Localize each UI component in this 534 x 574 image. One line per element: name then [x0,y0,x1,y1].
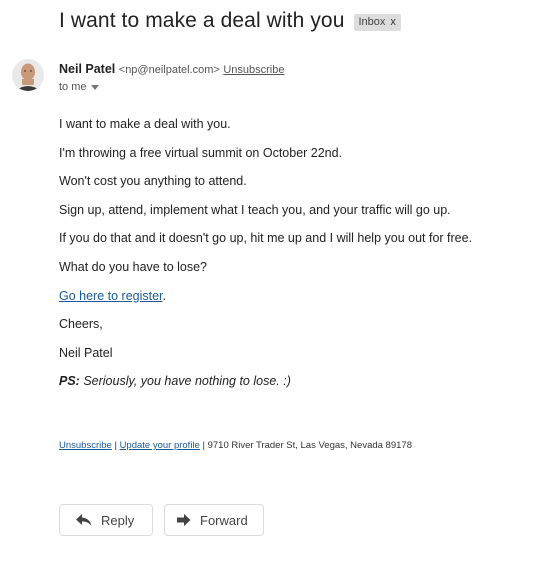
caret-down-icon [90,84,99,90]
signature: Neil Patel [59,345,113,360]
body-line: I want to make a deal with you. [59,117,231,131]
recipients-text: to me [59,81,87,93]
footer-unsubscribe-link[interactable]: Unsubscribe [59,440,112,451]
forward-button[interactable]: Forward [164,504,264,536]
footer-separator: | [199,440,208,451]
reply-button[interactable]: Reply [59,504,153,536]
reply-arrow-icon [76,514,92,526]
body-line: What do you have to lose? [59,259,208,274]
footer-address: 9710 River Trader St, Las Vegas, Nevada … [207,440,412,451]
subject-row: I want to make a deal with you Inbox x [59,9,401,33]
remove-label-icon[interactable]: x [390,16,396,28]
register-link[interactable]: Go here to register [59,289,163,303]
ps-label: PS: [59,374,80,389]
register-line: Go here to register. [59,288,519,317]
avatar[interactable] [12,59,44,91]
recipients-toggle[interactable]: to me [59,81,99,93]
body-line: If you do that and it doesn't go up, hit… [59,231,473,246]
update-profile-link[interactable]: Update your profile [120,440,200,451]
ps-text: Seriously, you have nothing to lose. :) [83,374,291,389]
sender-name: Neil Patel [59,62,116,76]
forward-label: Forward [200,512,248,528]
email-body: I want to make a deal with you. I'm thro… [59,116,519,402]
header-unsubscribe-link[interactable]: Unsubscribe [223,64,284,76]
body-line: I'm throwing a free virtual summit on Oc… [59,145,343,160]
email-subject: I want to make a deal with you [59,9,345,32]
link-suffix: . [162,288,167,303]
forward-arrow-icon [177,514,191,526]
body-line: Sign up, attend, implement what I teach … [59,202,451,217]
body-line: Won't cost you anything to attend. [59,174,247,189]
avatar-photo [12,59,44,91]
reply-label: Reply [101,512,135,528]
label-text: Inbox [358,15,386,28]
sender-email: <np@neilpatel.com> [118,64,220,76]
ps-line: PS: Seriously, you have nothing to lose.… [59,373,519,402]
footer-separator: | [111,440,120,451]
inbox-label-chip[interactable]: Inbox x [353,13,401,31]
email-footer: Unsubscribe | Update your profile | 9710… [59,440,412,451]
closing: Cheers, [59,317,103,332]
sender-line: Neil Patel <np@neilpatel.com> Unsubscrib… [59,62,284,76]
